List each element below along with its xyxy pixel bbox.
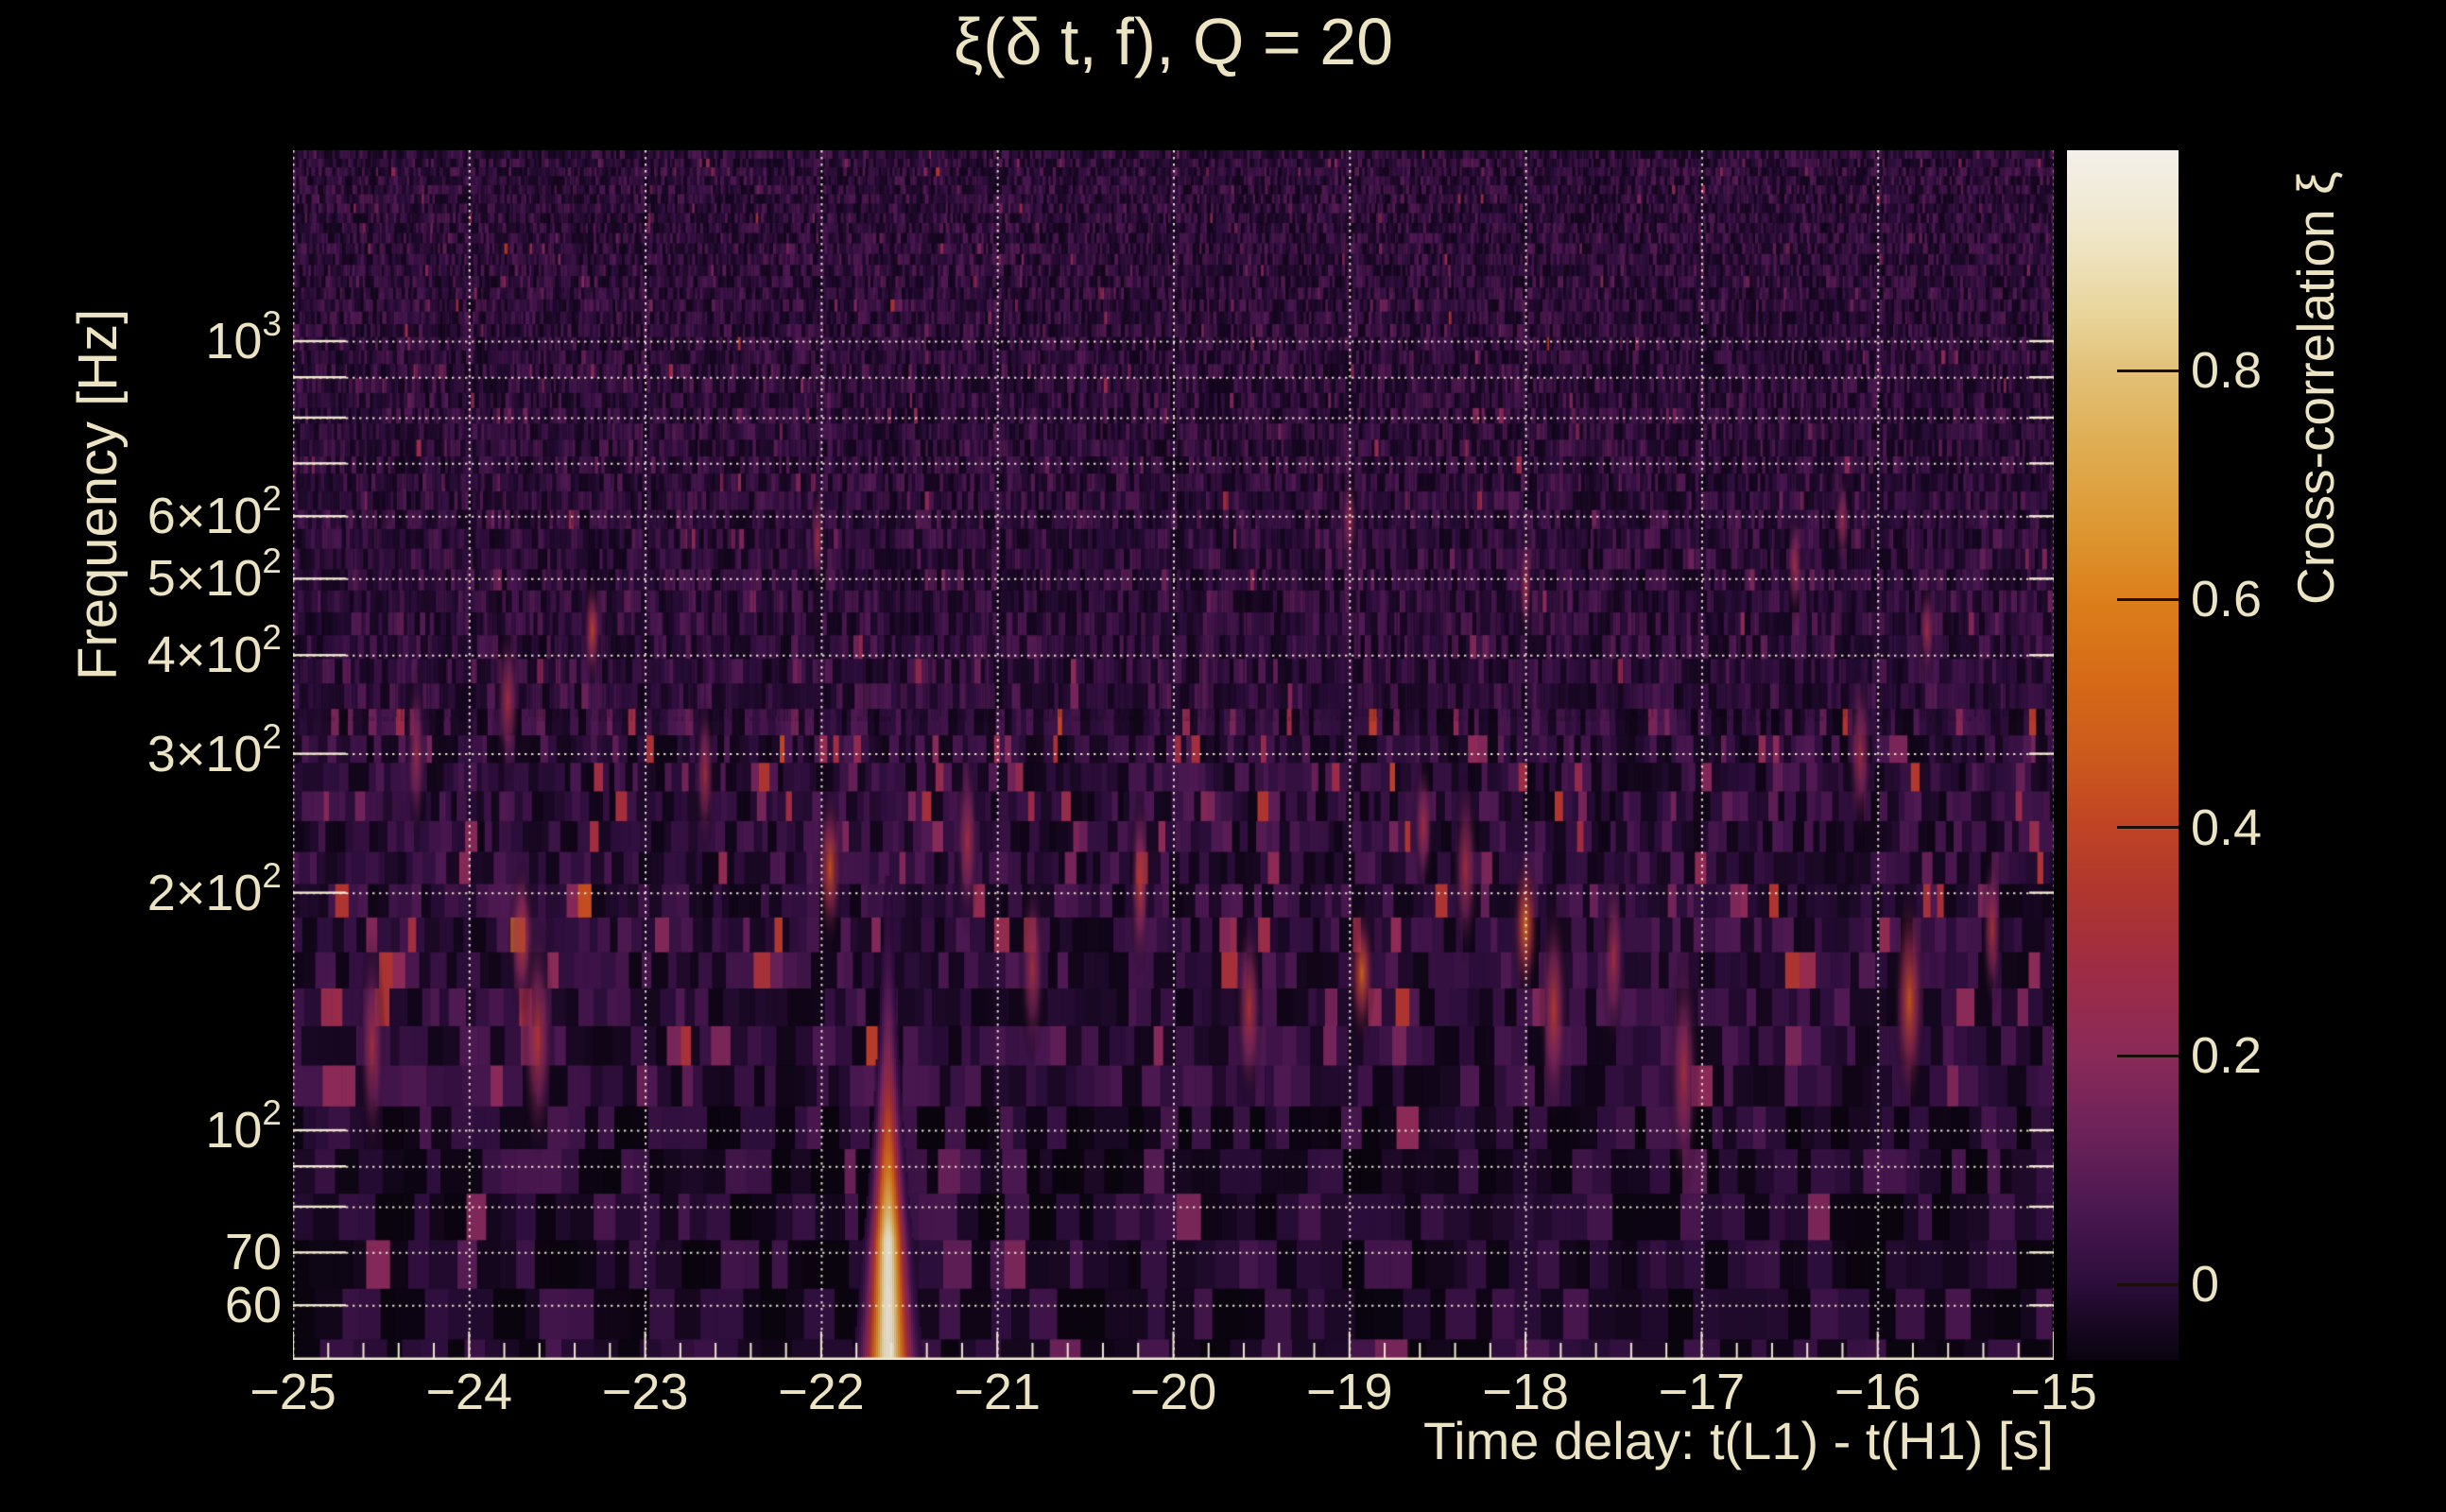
colorbar-tick-label: 0.6 bbox=[2191, 571, 2263, 627]
colorbar-tick-label: 0.8 bbox=[2191, 342, 2263, 400]
colorbar-tick bbox=[2117, 1282, 2179, 1286]
y-tick-label: 102 bbox=[205, 1093, 282, 1159]
x-axis-label: Time delay: t(L1) - t(H1) [s] bbox=[1423, 1411, 2054, 1470]
colorbar-tick bbox=[2117, 826, 2179, 830]
y-tick-label: 70 bbox=[224, 1224, 282, 1281]
heatmap-canvas bbox=[293, 150, 2054, 1360]
y-tick-label: 6×102 bbox=[146, 479, 282, 545]
colorbar-tick-label: 0 bbox=[2191, 1256, 2220, 1314]
y-tick-label: 5×102 bbox=[146, 541, 282, 608]
colorbar-tick bbox=[2117, 597, 2179, 601]
colorbar-tick-label: 0.2 bbox=[2191, 1027, 2263, 1085]
figure: ξ(δ t, f), Q = 20 Frequency [Hz] 103 6×10… bbox=[0, 0, 2446, 1512]
y-tick-label: 3×102 bbox=[146, 716, 282, 782]
y-tick-label: 60 bbox=[224, 1277, 282, 1334]
colorbar-tick bbox=[2117, 1054, 2179, 1057]
colorbar-label: Cross-correlation ξ bbox=[2286, 171, 2345, 605]
chart-title: ξ(δ t, f), Q = 20 bbox=[953, 5, 1394, 78]
colorbar-gradient bbox=[2067, 150, 2179, 1360]
y-tick-label: 4×102 bbox=[146, 618, 282, 684]
colorbar-tick bbox=[2117, 369, 2179, 372]
colorbar-tick-label: 0.4 bbox=[2191, 799, 2263, 856]
y-tick-label: 103 bbox=[205, 304, 282, 369]
y-tick-label: 2×102 bbox=[146, 855, 282, 921]
colorbar bbox=[2067, 150, 2179, 1360]
